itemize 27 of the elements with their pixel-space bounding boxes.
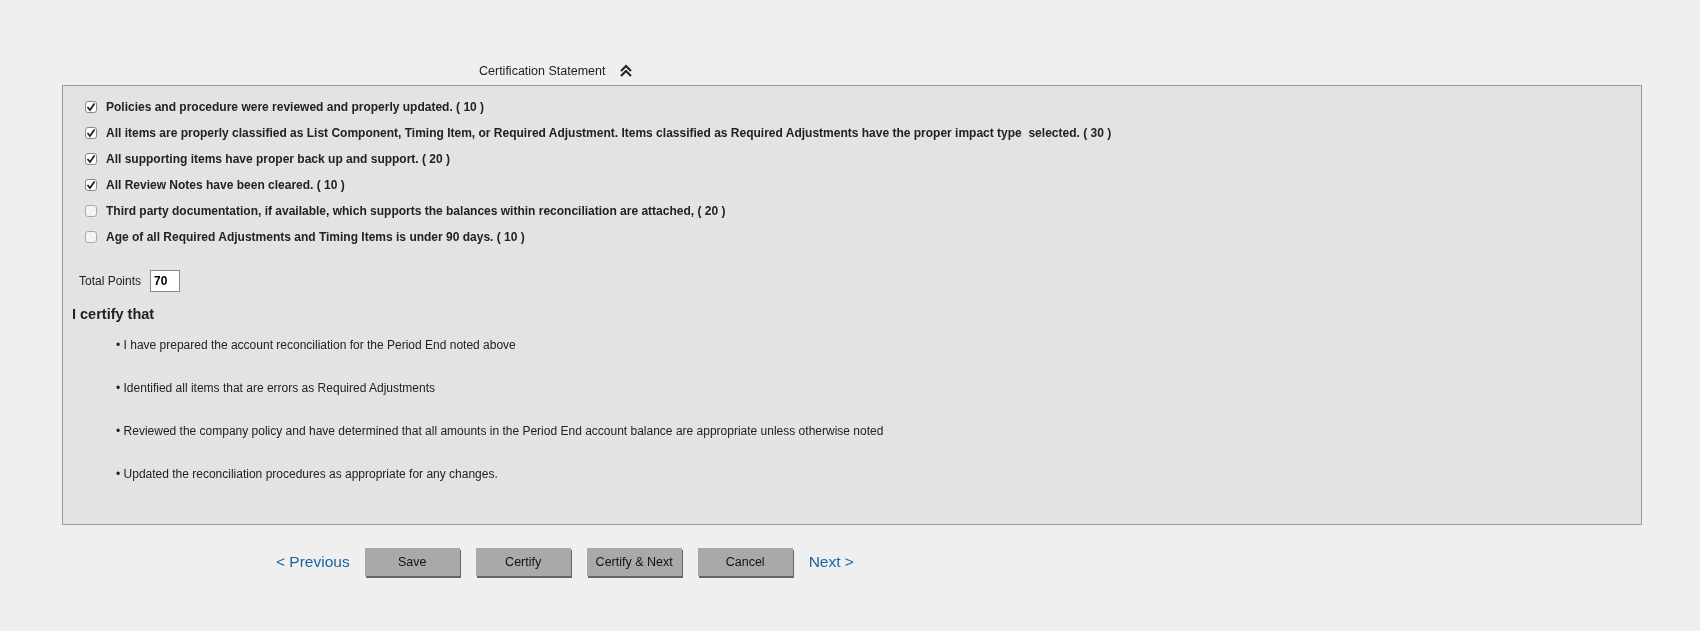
checklist-item-label: All items are properly classified as List Component, Timing Item, or Required Adjustment. Items classified as Required Adjustments have the proper impact type selected. ( 30 )	[106, 126, 1112, 140]
action-button[interactable]: Certify & Next	[586, 548, 682, 576]
checklist-item-label: All supporting items have proper back up and support. ( 20 )	[106, 152, 451, 166]
certification-statement: • Reviewed the company policy and have determined that all amounts in the Period End account balance are appropriate unless otherwise noted	[116, 424, 885, 439]
checkbox[interactable]	[85, 179, 97, 191]
certification-statement: • Updated the reconciliation procedures as appropriate for any changes.	[116, 467, 499, 482]
certify-heading: I certify that	[72, 306, 156, 322]
collapse-chevron-icon[interactable]	[619, 64, 634, 78]
checkbox[interactable]	[85, 205, 97, 217]
checkbox[interactable]	[85, 153, 97, 165]
checklist-item-label: Third party documentation, if available, which supports the balances within reconciliation are attached, ( 20 )	[106, 204, 726, 218]
checklist-item-label: All Review Notes have been cleared. ( 10 )	[106, 178, 345, 192]
checkbox[interactable]	[85, 127, 97, 139]
checkbox[interactable]	[85, 231, 97, 243]
action-button[interactable]: Certify	[475, 548, 571, 576]
nav-link[interactable]: Next >	[808, 553, 854, 571]
action-button[interactable]: Save	[364, 548, 460, 576]
checklist-item-label: Policies and procedure were reviewed and properly updated. ( 10 )	[106, 100, 485, 114]
total-points-field[interactable]: 70	[150, 270, 181, 292]
certification-statement: • I have prepared the account reconciliation for the Period End noted above	[116, 338, 517, 353]
total-points-label: Total Points	[79, 274, 142, 288]
action-button[interactable]: Cancel	[697, 548, 793, 576]
nav-link[interactable]: < Previous	[276, 553, 350, 571]
section-title: Certification Statement	[479, 64, 606, 78]
checklist-item-label: Age of all Required Adjustments and Timing Items is under 90 days. ( 10 )	[106, 230, 525, 244]
checkbox[interactable]	[85, 101, 97, 113]
certification-statement: • Identified all items that are errors as Required Adjustments	[116, 381, 437, 396]
